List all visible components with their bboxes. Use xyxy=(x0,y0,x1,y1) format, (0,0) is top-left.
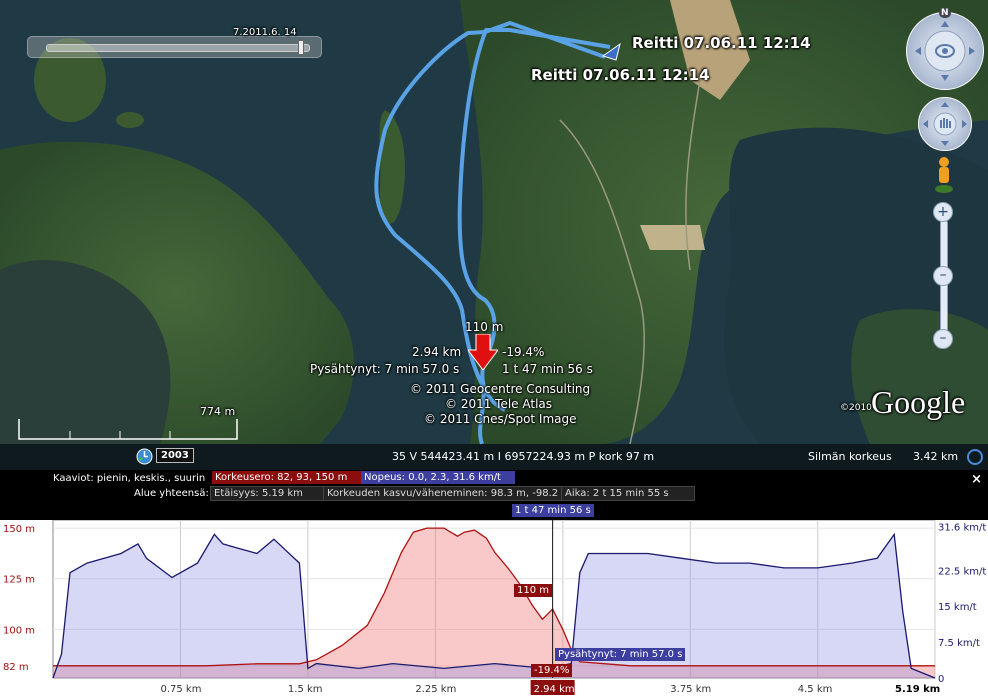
x-axis-tick: 0.75 km xyxy=(160,684,201,695)
zoom-handle[interactable]: – xyxy=(933,266,953,286)
time-slider-date: 7.2011.6. 14 xyxy=(233,27,297,38)
x-axis-tick: 5.19 km xyxy=(895,684,940,695)
marker-stopped: Pysähtynyt: 7 min 57.0 s xyxy=(310,362,460,376)
position-arrow-icon xyxy=(468,334,498,370)
graphs-label: Kaaviot: pienin, keskis., suurin xyxy=(53,473,206,484)
pan-control[interactable] xyxy=(918,97,972,151)
marker-slope: -19.4% xyxy=(502,345,545,359)
cursor-elevation-label: 110 m xyxy=(514,584,553,597)
right-axis-tick: 31.6 km/t xyxy=(938,523,986,534)
zoom-in-button[interactable]: + xyxy=(933,202,953,222)
right-axis-tick: 15 km/t xyxy=(938,602,977,613)
speed-chip[interactable]: Nopeus: 0.0, 2.3, 31.6 km/t xyxy=(361,471,515,484)
left-axis-tick: 150 m xyxy=(3,524,35,535)
eye-altitude-label: Silmän korkeus xyxy=(808,450,892,463)
cursor-stop-label: Pysähtynyt: 7 min 57.0 s xyxy=(555,648,686,661)
cursor-distance-label: 2.94 km xyxy=(534,684,575,695)
total-label: Alue yhteensä: xyxy=(134,488,209,499)
cursor-slope-label: -19.4% xyxy=(531,664,573,677)
profile-header: Kaaviot: pienin, keskis., suurin Korkeus… xyxy=(0,470,988,520)
cursor-time-label: 1 t 47 min 56 s xyxy=(512,504,594,517)
marker-elevation: 110 m xyxy=(465,320,504,334)
time-slider-knob[interactable] xyxy=(298,40,304,55)
imagery-year[interactable]: 2003 xyxy=(156,448,194,463)
time-chip: Aika: 2 t 15 min 55 s xyxy=(561,486,695,501)
marker-distance: 2.94 km xyxy=(412,345,462,359)
time-slider-track[interactable] xyxy=(46,44,310,52)
x-axis-tick: 2.25 km xyxy=(415,684,456,695)
zoom-slider[interactable]: + – – xyxy=(933,202,953,349)
marker-time: 1 t 47 min 56 s xyxy=(502,362,593,376)
cursor-distance-chip: 2.94 km xyxy=(530,680,575,695)
close-profile-button[interactable]: × xyxy=(971,472,982,487)
historical-imagery-clock-icon[interactable] xyxy=(136,448,153,465)
x-axis-tick: 1.5 km xyxy=(288,684,323,695)
eye-altitude-value: 3.42 km xyxy=(913,450,959,463)
map-view[interactable]: 7.2011.6. 14 Reitti 07.06.11 12:14 Reitt… xyxy=(0,0,988,470)
right-axis-tick: 7.5 km/t xyxy=(938,638,980,649)
left-axis-tick: 125 m xyxy=(3,575,35,586)
time-slider[interactable]: 7.2011.6. 14 xyxy=(27,27,322,58)
x-axis-tick: 4.5 km xyxy=(798,684,833,695)
route-label-end[interactable]: Reitti 07.06.11 12:14 xyxy=(531,66,710,84)
left-axis-tick: 82 m xyxy=(3,662,29,673)
left-axis-tick: 100 m xyxy=(3,625,35,636)
google-logo: Google xyxy=(871,384,966,420)
elevation-speed-chart[interactable]: 150 m 125 m 100 m 82 m 31.6 km/t 22.5 km/t 15… xyxy=(0,520,988,698)
zoom-out-button[interactable]: – xyxy=(933,329,953,349)
copyright-geocentre: © 2011 Geocentre Consulting xyxy=(410,382,591,396)
distance-chip: Etäisyys: 5.19 km xyxy=(210,486,326,501)
streaming-status-icon xyxy=(967,449,983,465)
google-year: ©2010 xyxy=(840,403,872,413)
cursor-coordinates: 35 V 544423.41 m I 6957224.93 m P kork 9… xyxy=(392,450,655,463)
elevation-chip[interactable]: Korkeusero: 82, 93, 150 m xyxy=(212,471,364,484)
route-label-start[interactable]: Reitti 07.06.11 12:14 xyxy=(632,34,811,52)
status-bar: 2003 35 V 544423.41 m I 6957224.93 m P k… xyxy=(0,444,988,470)
scale-label: 774 m xyxy=(200,405,236,418)
look-around-icon xyxy=(915,21,975,81)
elevation-profile-panel: Kaaviot: pienin, keskis., suurin Korkeus… xyxy=(0,470,988,698)
compass-control[interactable] xyxy=(906,12,984,90)
scale-bar xyxy=(18,419,238,440)
right-axis-tick: 22.5 km/t xyxy=(938,566,986,577)
street-view-pegman-icon[interactable] xyxy=(932,156,956,194)
copyright-cnes: © 2011 Cnes/Spot Image xyxy=(424,412,577,426)
copyright-teleatlas: © 2011 Tele Atlas xyxy=(445,397,553,411)
x-axis-tick: 3.75 km xyxy=(670,684,711,695)
compass-north[interactable]: N xyxy=(939,8,951,18)
hand-pan-icon xyxy=(923,102,967,146)
elevation-gain-chip: Korkeuden kasvu/väheneminen: 98.3 m, -98… xyxy=(323,486,571,501)
